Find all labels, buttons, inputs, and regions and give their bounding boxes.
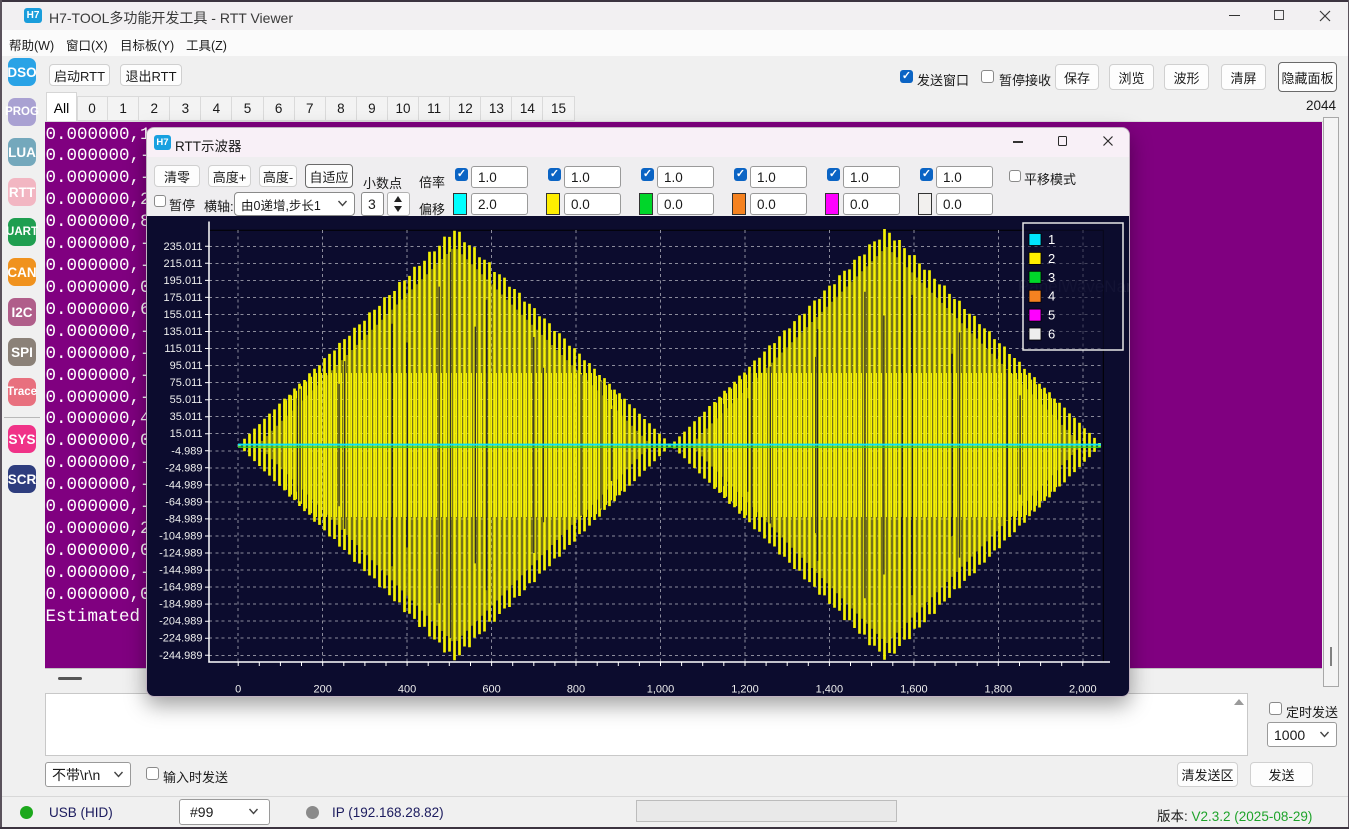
svg-text:400: 400 <box>398 684 416 696</box>
svg-text:200: 200 <box>314 684 332 696</box>
svg-text:-224.989: -224.989 <box>159 633 202 645</box>
svg-text:195.011: 195.011 <box>164 275 203 287</box>
svg-text:15.011: 15.011 <box>170 428 203 440</box>
svg-text:215.011: 215.011 <box>164 258 203 270</box>
svg-text:-84.989: -84.989 <box>165 513 202 525</box>
svg-text:2: 2 <box>1048 251 1055 266</box>
svg-text:135.011: 135.011 <box>164 326 203 338</box>
svg-text:-204.989: -204.989 <box>159 616 202 628</box>
svg-text:6: 6 <box>1048 327 1055 342</box>
svg-text:1,800: 1,800 <box>985 684 1013 696</box>
svg-text:-164.989: -164.989 <box>159 582 202 594</box>
svg-text:235.011: 235.011 <box>164 241 203 253</box>
svg-text:-184.989: -184.989 <box>159 599 202 611</box>
svg-text:55.011: 55.011 <box>170 394 203 406</box>
svg-text:-124.989: -124.989 <box>159 548 202 560</box>
svg-text:-4.989: -4.989 <box>171 445 202 457</box>
svg-text:75.011: 75.011 <box>170 377 203 389</box>
svg-text:95.011: 95.011 <box>170 360 203 372</box>
svg-text:35.011: 35.011 <box>170 411 203 423</box>
svg-text:175.011: 175.011 <box>164 292 203 304</box>
svg-text:4: 4 <box>1048 289 1055 304</box>
svg-text:-244.989: -244.989 <box>159 650 202 662</box>
svg-text:600: 600 <box>482 684 500 696</box>
svg-text:3: 3 <box>1048 270 1055 285</box>
svg-text:-144.989: -144.989 <box>159 565 202 577</box>
svg-text:1,000: 1,000 <box>647 684 675 696</box>
svg-text:115.011: 115.011 <box>164 343 202 355</box>
svg-text:155.011: 155.011 <box>164 309 203 321</box>
svg-text:2,000: 2,000 <box>1069 684 1097 696</box>
svg-text:1: 1 <box>1048 232 1055 247</box>
svg-text:1,600: 1,600 <box>900 684 928 696</box>
svg-text:-104.989: -104.989 <box>159 531 202 543</box>
svg-text:-64.989: -64.989 <box>165 496 202 508</box>
svg-text:0: 0 <box>235 684 241 696</box>
svg-text:1,400: 1,400 <box>816 684 844 696</box>
svg-text:-44.989: -44.989 <box>165 479 202 491</box>
svg-text:5: 5 <box>1048 308 1055 323</box>
svg-text:-24.989: -24.989 <box>165 462 202 474</box>
svg-text:1,200: 1,200 <box>731 684 759 696</box>
svg-text:800: 800 <box>567 684 585 696</box>
